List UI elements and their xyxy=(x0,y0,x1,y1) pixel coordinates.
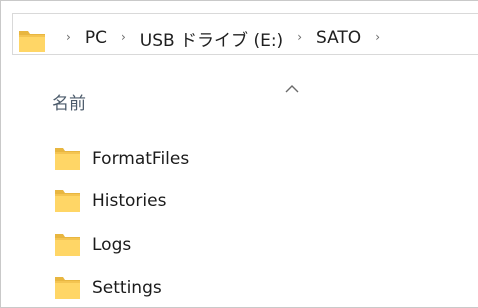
list-item-label: Logs xyxy=(92,235,132,255)
breadcrumb-separator-icon[interactable]: › xyxy=(66,30,71,44)
list-item-settings[interactable]: Settings xyxy=(54,274,162,302)
list-item-label: FormatFiles xyxy=(92,149,190,169)
breadcrumb-separator-icon[interactable]: › xyxy=(297,30,302,44)
breadcrumb-pc[interactable]: PC xyxy=(85,28,107,48)
breadcrumb: › PC › USB ドライブ (E:) › SATO › xyxy=(60,24,394,52)
breadcrumb-sato[interactable]: SATO xyxy=(316,28,361,48)
sort-ascending-icon xyxy=(285,79,299,93)
breadcrumb-separator-icon[interactable]: › xyxy=(121,30,126,44)
column-header-name[interactable]: 名前 xyxy=(52,89,86,114)
breadcrumb-usb-drive[interactable]: USB ドライブ (E:) xyxy=(140,26,283,51)
list-item-logs[interactable]: Logs xyxy=(54,231,131,259)
folder-icon xyxy=(55,234,80,256)
list-item-label: Settings xyxy=(92,278,162,298)
list-item-histories[interactable]: Histories xyxy=(54,187,166,215)
folder-icon xyxy=(55,190,80,212)
list-item-label: Histories xyxy=(92,191,167,211)
folder-icon xyxy=(55,148,80,170)
address-folder-icon xyxy=(18,27,46,57)
breadcrumb-separator-icon[interactable]: › xyxy=(375,30,380,44)
folder-icon xyxy=(55,277,80,299)
list-item-formatfiles[interactable]: FormatFiles xyxy=(54,145,189,173)
